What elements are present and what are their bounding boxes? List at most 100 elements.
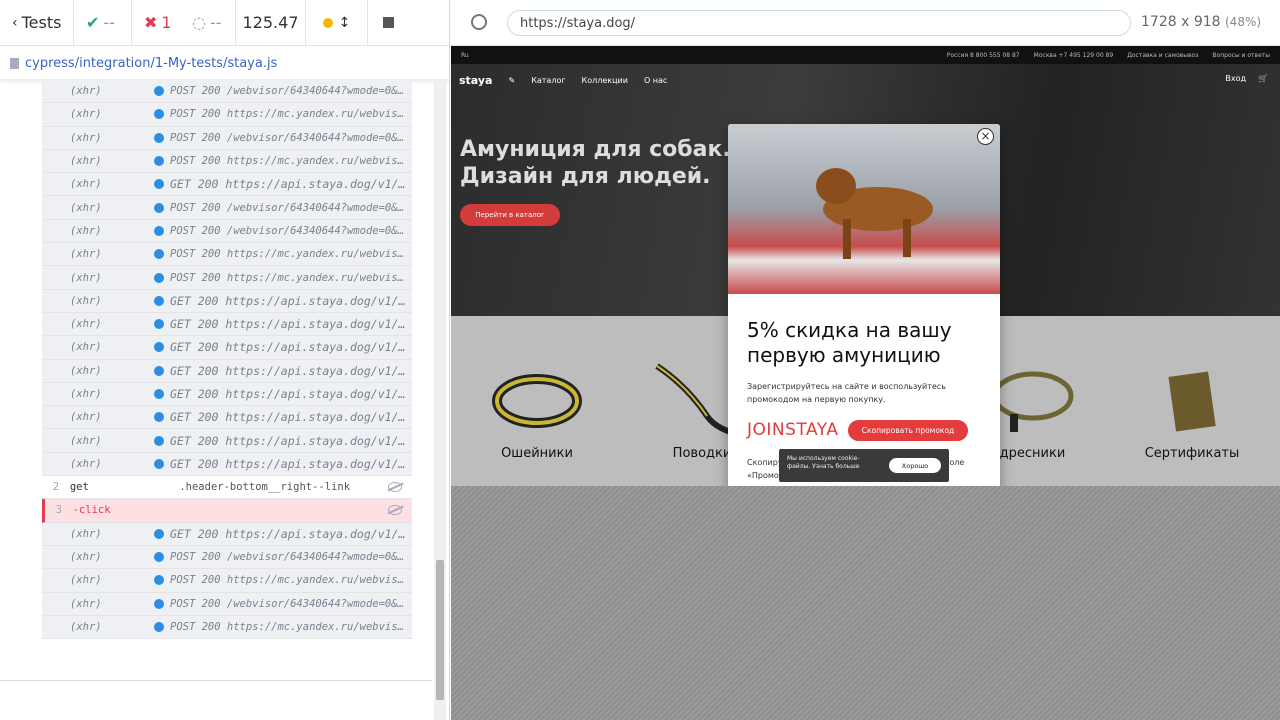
catalog-button[interactable]: Перейти в каталог — [460, 204, 560, 226]
command-log: (xhr) POST 200 /webvisor/64340644?wmode=0… — [42, 80, 412, 664]
command-name: (xhr) — [70, 178, 102, 191]
promo-modal: × 5% скидка на вашу первую амуницию Заре… — [728, 124, 1000, 486]
x-icon: ✖ — [144, 13, 158, 32]
command-message: POST 200 /webvisor/64340644?wmode=0&wv-p… — [170, 131, 410, 144]
passed-count: -- — [103, 13, 115, 32]
xhr-status-dot-icon — [154, 319, 164, 330]
delivery-link[interactable]: Доставка и самовывоз — [1127, 52, 1198, 59]
xhr-row[interactable]: (xhr) POST 200 https://mc.yandex.ru/webvi… — [42, 615, 412, 640]
command-name: (xhr) — [70, 434, 102, 447]
command-message: POST 200 /webvisor/64340644?wmode=0&wv-p… — [170, 224, 410, 237]
xhr-row[interactable]: (xhr) POST 200 /webvisor/64340644?wmode=0… — [42, 126, 412, 150]
divider — [0, 680, 432, 681]
xhr-row[interactable]: (xhr) POST 200 /webvisor/64340644?wmode=0… — [42, 545, 412, 570]
xhr-row[interactable]: (xhr) POST 200 https://mc.yandex.ru/webvi… — [42, 103, 412, 127]
cookie-banner: Мы используем cookie-файлы. Узнать больш… — [779, 449, 949, 482]
phone-russia[interactable]: Россия 8 800 555 08 87 — [947, 52, 1020, 59]
stop-button[interactable] — [368, 0, 408, 46]
command-message: POST 200 https://mc.yandex.ru/webvisor/6… — [170, 155, 410, 168]
xhr-row[interactable]: (xhr) GET 200 https://api.staya.dog/v1/b… — [42, 406, 412, 430]
cypress-runner-panel: ‹ Tests ✔ -- ✖ 1 ◌ -- 125.47 ↕ cypress/i… — [0, 0, 450, 720]
close-modal-button[interactable]: × — [977, 128, 994, 145]
viewport-size: 1728 x 918 — [1141, 14, 1221, 30]
xhr-row[interactable]: (xhr) POST 200 https://mc.yandex.ru/webvi… — [42, 243, 412, 267]
xhr-status-dot-icon — [154, 598, 164, 609]
dog-illustration — [816, 168, 933, 259]
viewport-scale: (48%) — [1225, 15, 1262, 29]
xhr-row[interactable]: (xhr) GET 200 https://api.staya.dog/v1/b… — [42, 312, 412, 337]
xhr-row[interactable]: (xhr) GET 200 https://api.staya.dog/v1/b… — [42, 173, 412, 197]
command-message: GET 200 https://api.staya.dog/v1/b… — [170, 387, 410, 401]
xhr-status-dot-icon — [154, 202, 164, 213]
tests-label: Tests — [21, 13, 62, 32]
certificate-image — [1137, 356, 1247, 442]
url-field[interactable]: https://staya.dog/ — [507, 10, 1131, 36]
command-name: (xhr) — [70, 597, 102, 610]
cart-icon[interactable]: 🛒 — [1258, 74, 1268, 83]
scroll-arrows-icon: ↕ — [338, 14, 351, 31]
xhr-row[interactable]: (xhr) GET 200 https://api.staya.dog/v1/b… — [42, 382, 412, 407]
scrollbar-thumb[interactable] — [436, 560, 444, 700]
command-message: GET 200 https://api.staya.dog/v1/b… — [170, 526, 410, 541]
xhr-status-dot-icon — [154, 342, 164, 353]
command-name: (xhr) — [70, 457, 102, 470]
xhr-row[interactable]: (xhr) GET 200 https://api.staya.dog/v1/b… — [42, 522, 412, 546]
phone-moscow[interactable]: Москва +7 495 129 00 89 — [1034, 52, 1114, 59]
xhr-row[interactable]: (xhr) GET 200 https://api.staya.dog/v1/b… — [42, 452, 412, 477]
xhr-row[interactable]: (xhr) GET 200 https://api.staya.dog/v1/b… — [42, 289, 412, 313]
xhr-row[interactable]: (xhr) GET 200 https://api.staya.dog/v1/b… — [42, 359, 412, 383]
copy-promo-button[interactable]: Скопировать промокод — [848, 420, 968, 441]
command-message: .header-bottom__right--link — [179, 481, 351, 494]
xhr-status-dot-icon — [154, 389, 164, 399]
xhr-status-dot-icon — [154, 365, 164, 376]
xhr-row[interactable]: (xhr) GET 200 https://api.staya.dog/v1/b… — [42, 429, 412, 453]
cookie-accept-button[interactable]: Хорошо — [889, 458, 941, 473]
command-message: GET 200 https://api.staya.dog/v1/b… — [170, 433, 410, 448]
xhr-status-dot-icon — [154, 179, 164, 190]
command-name: (xhr) — [70, 551, 102, 564]
command-name: (xhr) — [70, 271, 102, 284]
command-message: POST 200 https://mc.yandex.ru/webvisor/6… — [170, 108, 410, 121]
failed-stat: ✖ 1 — [132, 0, 180, 46]
nav-about[interactable]: О нас — [644, 76, 667, 85]
xhr-row[interactable]: (xhr) POST 200 https://mc.yandex.ru/webvi… — [42, 569, 412, 593]
command-name: (xhr) — [70, 620, 102, 633]
xhr-status-dot-icon — [154, 132, 164, 143]
category-collars[interactable]: Ошейники — [482, 356, 592, 461]
command-message: POST 200 https://mc.yandex.ru/webvisor/6… — [170, 574, 410, 587]
command-name: (xhr) — [70, 294, 102, 307]
xhr-row[interactable]: (xhr) POST 200 /webvisor/64340644?wmode=0… — [42, 80, 412, 104]
command-name: (xhr) — [70, 201, 102, 214]
nav-catalog[interactable]: Каталог — [531, 76, 565, 85]
dog-photo: × — [728, 124, 1000, 294]
selector-playground-icon[interactable] — [471, 14, 487, 30]
spec-path-link[interactable]: cypress/integration/1-My-tests/staya.js — [25, 56, 277, 71]
aut-header: https://staya.dog/ 1728 x 918 (48%) — [451, 0, 1280, 46]
xhr-row[interactable]: (xhr) POST 200 https://mc.yandex.ru/webvi… — [42, 266, 412, 290]
site-logo[interactable]: staya — [459, 74, 492, 87]
xhr-row[interactable]: (xhr) POST 200 https://mc.yandex.ru/webvi… — [42, 149, 412, 174]
faq-link[interactable]: Вопросы и ответы — [1212, 52, 1270, 59]
xhr-row[interactable]: (xhr) POST 200 /webvisor/64340644?wmode=0… — [42, 196, 412, 220]
command-name: (xhr) — [70, 248, 102, 261]
xhr-status-dot-icon — [154, 86, 164, 97]
cookie-text: Мы используем cookie-файлы. Узнать больш… — [787, 455, 860, 470]
command-message: GET 200 https://api.staya.dog/v1/b… — [170, 363, 410, 378]
command-name: (xhr) — [70, 411, 102, 424]
nav-collections[interactable]: Коллекции — [582, 76, 628, 85]
log-scrollbar[interactable] — [434, 80, 446, 720]
command-row[interactable]: 3 -click — [42, 499, 412, 523]
login-link[interactable]: Вход — [1225, 74, 1246, 83]
autoscroll-toggle[interactable]: ↕ — [306, 0, 368, 46]
command-row[interactable]: 2 get .header-bottom__right--link — [42, 476, 412, 500]
command-name: (xhr) — [70, 364, 102, 377]
xhr-row[interactable]: (xhr) POST 200 /webvisor/64340644?wmode=0… — [42, 219, 412, 244]
command-message: GET 200 https://api.staya.dog/v1/b… — [170, 456, 410, 471]
category-certificates[interactable]: Сертификаты — [1137, 356, 1247, 461]
xhr-row[interactable]: (xhr) POST 200 /webvisor/64340644?wmode=0… — [42, 592, 412, 616]
xhr-row[interactable]: (xhr) GET 200 https://api.staya.dog/v1/b… — [42, 336, 412, 360]
tests-button[interactable]: ‹ Tests — [0, 0, 74, 46]
language-switch[interactable]: Ru — [461, 52, 469, 59]
app-preview: https://staya.dog/ 1728 x 918 (48%) Ru Р… — [451, 0, 1280, 720]
command-name: -click — [72, 504, 111, 517]
